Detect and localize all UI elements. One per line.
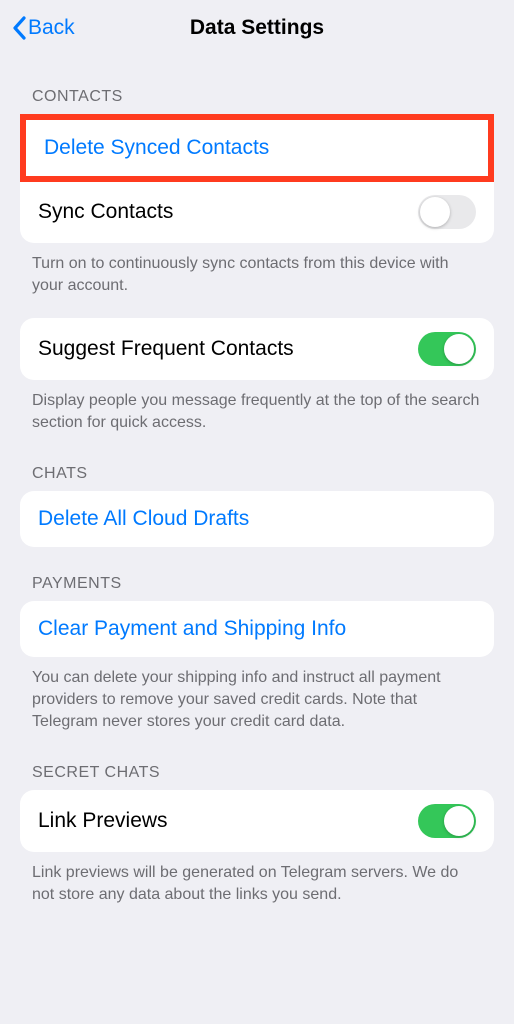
link-previews-toggle[interactable] bbox=[418, 804, 476, 838]
suggest-frequent-row[interactable]: Suggest Frequent Contacts bbox=[20, 318, 494, 380]
delete-synced-contacts-button[interactable]: Delete Synced Contacts bbox=[26, 120, 488, 176]
secret-chats-group: Link Previews bbox=[20, 790, 494, 852]
delete-synced-contacts-label: Delete Synced Contacts bbox=[44, 136, 269, 160]
section-header-contacts: CONTACTS bbox=[0, 60, 514, 114]
highlight-delete-synced: Delete Synced Contacts bbox=[20, 114, 494, 182]
payments-footer: You can delete your shipping info and in… bbox=[0, 657, 514, 736]
sync-contacts-row[interactable]: Sync Contacts bbox=[20, 181, 494, 243]
sync-contacts-label: Sync Contacts bbox=[38, 200, 173, 224]
payments-group: Clear Payment and Shipping Info bbox=[20, 601, 494, 657]
clear-payment-info-button[interactable]: Clear Payment and Shipping Info bbox=[20, 601, 494, 657]
navbar: Back Data Settings bbox=[0, 0, 514, 56]
suggest-group: Suggest Frequent Contacts bbox=[20, 318, 494, 380]
section-header-payments: PAYMENTS bbox=[0, 547, 514, 601]
suggest-frequent-label: Suggest Frequent Contacts bbox=[38, 337, 294, 361]
toggle-knob bbox=[420, 197, 450, 227]
toggle-knob bbox=[444, 806, 474, 836]
sync-contacts-footer: Turn on to continuously sync contacts fr… bbox=[0, 243, 514, 300]
clear-payment-info-label: Clear Payment and Shipping Info bbox=[38, 617, 346, 641]
sync-contacts-toggle[interactable] bbox=[418, 195, 476, 229]
link-previews-row[interactable]: Link Previews bbox=[20, 790, 494, 852]
chats-group: Delete All Cloud Drafts bbox=[20, 491, 494, 547]
back-button[interactable]: Back bbox=[8, 12, 79, 44]
toggle-knob bbox=[444, 334, 474, 364]
contacts-group: Sync Contacts bbox=[20, 181, 494, 243]
suggest-frequent-toggle[interactable] bbox=[418, 332, 476, 366]
delete-cloud-drafts-button[interactable]: Delete All Cloud Drafts bbox=[20, 491, 494, 547]
suggest-frequent-footer: Display people you message frequently at… bbox=[0, 380, 514, 437]
section-header-secret: SECRET CHATS bbox=[0, 736, 514, 790]
back-label: Back bbox=[28, 16, 75, 40]
section-header-chats: CHATS bbox=[0, 437, 514, 491]
link-previews-label: Link Previews bbox=[38, 809, 168, 833]
delete-cloud-drafts-label: Delete All Cloud Drafts bbox=[38, 507, 249, 531]
chevron-left-icon bbox=[12, 16, 26, 40]
link-previews-footer: Link previews will be generated on Teleg… bbox=[0, 852, 514, 909]
